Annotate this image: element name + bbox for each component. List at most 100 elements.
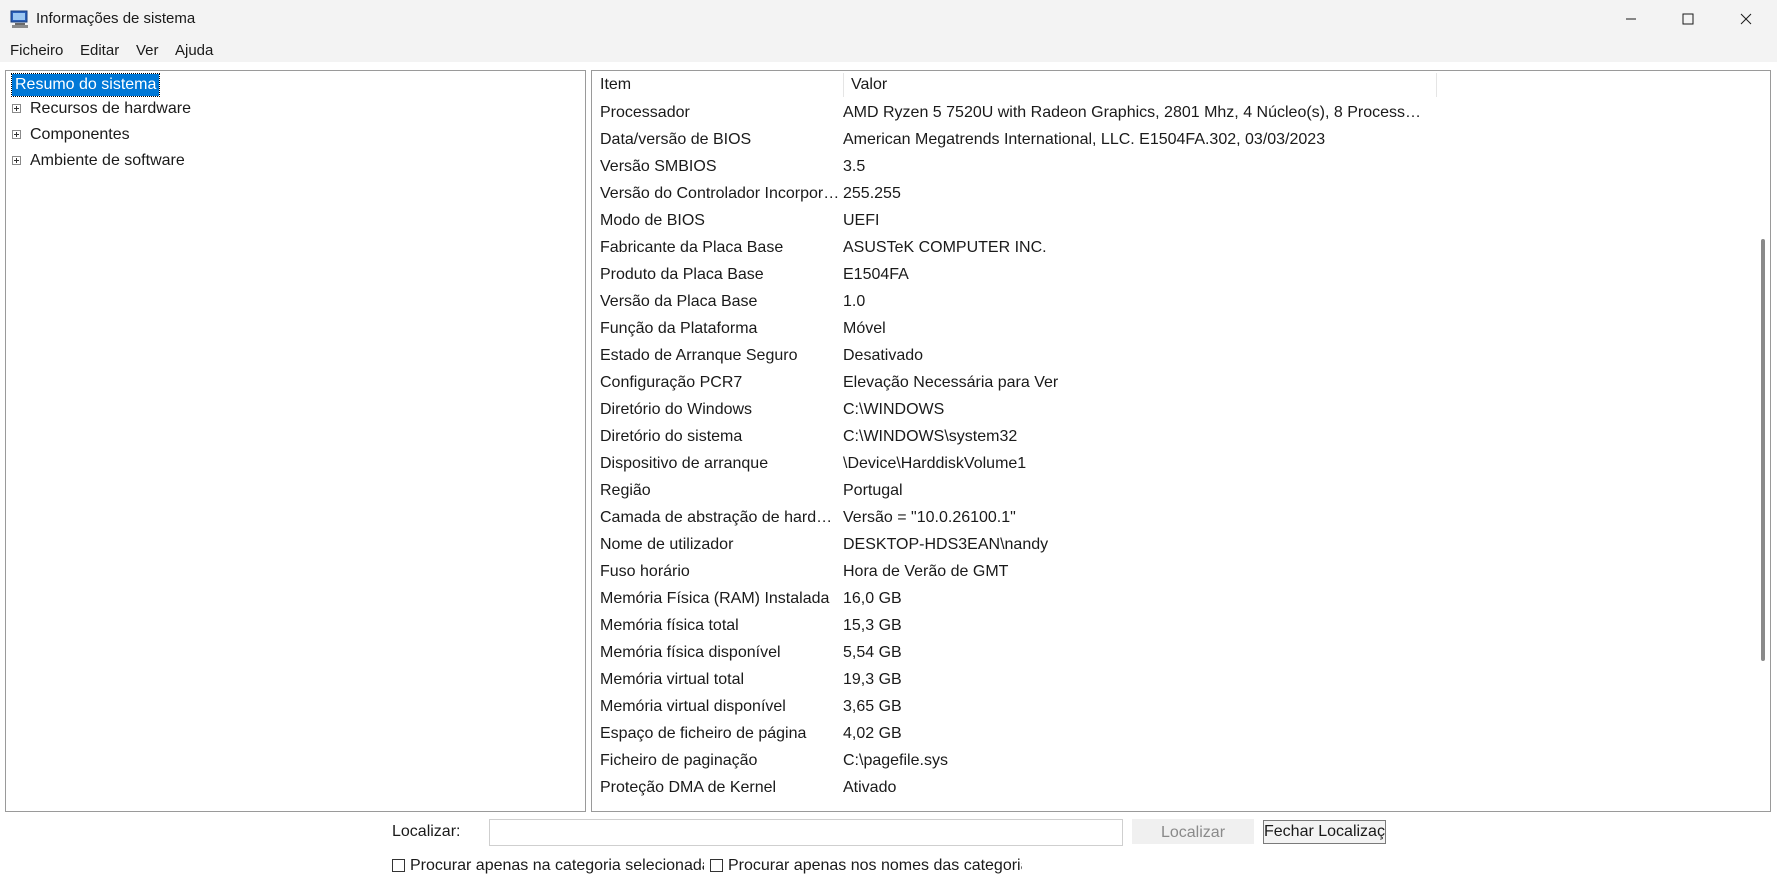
find-input[interactable] (489, 819, 1123, 846)
list-row[interactable]: Proteção DMA de Kernel Ativado (592, 774, 1752, 801)
tree-item-label: Ambiente de software (30, 152, 185, 169)
find-label: Localizar: (392, 823, 461, 840)
search-category-names-checkbox[interactable]: Procurar apenas nos nomes das categorias (710, 856, 1022, 876)
title-bar: Informações de sistema (0, 0, 1777, 38)
list-row[interactable]: Versão SMBIOS 3.5 (592, 153, 1752, 180)
expand-icon[interactable] (12, 130, 21, 139)
list-row[interactable]: Camada de abstração de hardware Versão = … (592, 504, 1752, 531)
cell-value: C:\WINDOWS\system32 (843, 428, 1018, 445)
column-header-item[interactable]: Item (600, 71, 631, 99)
find-button[interactable]: Localizar (1132, 819, 1254, 844)
search-selected-category-checkbox[interactable]: Procurar apenas na categoria selecionada (392, 856, 704, 876)
details-list[interactable]: Item Valor Processador AMD Ryzen 5 7520U … (591, 70, 1771, 812)
close-button[interactable] (1720, 0, 1772, 38)
expand-icon[interactable] (12, 104, 21, 113)
list-row[interactable]: Ficheiro de paginação C:\pagefile.sys (592, 747, 1752, 774)
checkbox[interactable] (710, 859, 723, 872)
cell-item: Espaço de ficheiro de página (600, 725, 807, 742)
menu-bar: Ficheiro Editar Ver Ajuda (0, 38, 1777, 62)
minimize-button[interactable] (1605, 0, 1657, 38)
list-row[interactable]: Espaço de ficheiro de página 4,02 GB (592, 720, 1752, 747)
menu-editar[interactable]: Editar (80, 42, 119, 59)
cell-value: 3.5 (843, 158, 866, 175)
scrollbar-thumb[interactable] (1761, 239, 1765, 661)
cell-value: 4,02 GB (843, 725, 902, 742)
cell-value: Ativado (843, 779, 897, 796)
cell-item: Memória Física (RAM) Instalada (600, 590, 830, 607)
list-row[interactable]: Memória virtual disponível 3,65 GB (592, 693, 1752, 720)
cell-value: Versão = "10.0.26100.1" (843, 509, 1016, 526)
cell-item: Processador (600, 104, 690, 121)
cell-item: Memória virtual total (600, 671, 745, 688)
cell-item: Data/versão de BIOS (600, 131, 752, 148)
checkbox-label: Procurar apenas nos nomes das categorias (728, 857, 1022, 874)
cell-item: Nome de utilizador (600, 536, 734, 553)
column-divider[interactable] (843, 73, 844, 97)
list-header: Item Valor (592, 71, 1752, 99)
list-row[interactable]: Memória física disponível 5,54 GB (592, 639, 1752, 666)
cell-value: ASUSTeK COMPUTER INC. (843, 239, 1047, 256)
cell-item: Dispositivo de arranque (600, 455, 769, 472)
list-row[interactable]: Memória virtual total 19,3 GB (592, 666, 1752, 693)
cell-value: 1.0 (843, 293, 866, 310)
list-row[interactable]: Modo de BIOS UEFI (592, 207, 1752, 234)
list-row[interactable]: Versão do Controlador Incorporado 255.255 (592, 180, 1752, 207)
cell-value: Desativado (843, 347, 924, 364)
close-find-button[interactable]: Fechar Localização (1263, 820, 1386, 844)
list-row[interactable]: Memória física total 15,3 GB (592, 612, 1752, 639)
list-row[interactable]: Configuração PCR7 Elevação Necessária par… (592, 369, 1752, 396)
cell-value: 19,3 GB (843, 671, 902, 688)
list-row[interactable]: Data/versão de BIOS American Megatrends I… (592, 126, 1752, 153)
menu-ver[interactable]: Ver (136, 42, 159, 59)
list-row[interactable]: Nome de utilizador DESKTOP-HDS3EAN\nandy (592, 531, 1752, 558)
list-row[interactable]: Fabricante da Placa Base ASUSTeK COMPUTER… (592, 234, 1752, 261)
cell-item: Diretório do Windows (600, 401, 753, 418)
list-row[interactable]: Função da Plataforma Móvel (592, 315, 1752, 342)
tree-item-label: Componentes (30, 126, 130, 143)
cell-value: 255.255 (843, 185, 901, 202)
window-title: Informações de sistema (36, 10, 196, 27)
cell-item: Memória física disponível (600, 644, 781, 661)
cell-item: Memória virtual disponível (600, 698, 786, 715)
cell-value: C:\WINDOWS (843, 401, 945, 418)
list-row[interactable]: Estado de Arranque Seguro Desativado (592, 342, 1752, 369)
list-row[interactable]: Diretório do sistema C:\WINDOWS\system32 (592, 423, 1752, 450)
maximize-button[interactable] (1662, 0, 1714, 38)
category-tree[interactable]: Resumo do sistema Recursos de hardware C… (5, 70, 586, 812)
list-row[interactable]: Dispositivo de arranque \Device\HarddiskV… (592, 450, 1752, 477)
cell-item: Fuso horário (600, 563, 690, 580)
list-row[interactable]: Versão da Placa Base 1.0 (592, 288, 1752, 315)
cell-value: 15,3 GB (843, 617, 902, 634)
checkbox[interactable] (392, 859, 405, 872)
cell-item: Modo de BIOS (600, 212, 705, 229)
menu-ficheiro[interactable]: Ficheiro (10, 42, 63, 59)
tree-item-system-summary[interactable]: Resumo do sistema (10, 73, 161, 97)
list-row[interactable]: Fuso horário Hora de Verão de GMT (592, 558, 1752, 585)
cell-item: Memória física total (600, 617, 739, 634)
cell-value: \Device\HarddiskVolume1 (843, 455, 1027, 472)
cell-item: Função da Plataforma (600, 320, 758, 337)
cell-value: UEFI (843, 212, 880, 229)
expand-icon[interactable] (12, 156, 21, 165)
list-row[interactable]: Região Portugal (592, 477, 1752, 504)
cell-value: AMD Ryzen 5 7520U with Radeon Graphics, … (843, 104, 1427, 121)
cell-item: Produto da Placa Base (600, 266, 764, 283)
list-row[interactable]: Produto da Placa Base E1504FA (592, 261, 1752, 288)
cell-value: 16,0 GB (843, 590, 902, 607)
maximize-icon (1682, 13, 1694, 25)
cell-value: 3,65 GB (843, 698, 902, 715)
column-divider[interactable] (1436, 73, 1437, 97)
cell-value: 5,54 GB (843, 644, 902, 661)
list-row[interactable]: Diretório do Windows C:\WINDOWS (592, 396, 1752, 423)
cell-item: Fabricante da Placa Base (600, 239, 784, 256)
cell-item: Versão SMBIOS (600, 158, 717, 175)
menu-ajuda[interactable]: Ajuda (175, 42, 213, 59)
vertical-scrollbar[interactable] (1756, 71, 1770, 811)
cell-item: Ficheiro de paginação (600, 752, 758, 769)
cell-value: Portugal (843, 482, 903, 499)
list-row[interactable]: Memória Física (RAM) Instalada 16,0 GB (592, 585, 1752, 612)
list-row[interactable]: Processador AMD Ryzen 5 7520U with Radeon… (592, 99, 1752, 126)
minimize-icon (1626, 18, 1636, 20)
column-header-value[interactable]: Valor (851, 71, 887, 99)
cell-item: Diretório do sistema (600, 428, 743, 445)
